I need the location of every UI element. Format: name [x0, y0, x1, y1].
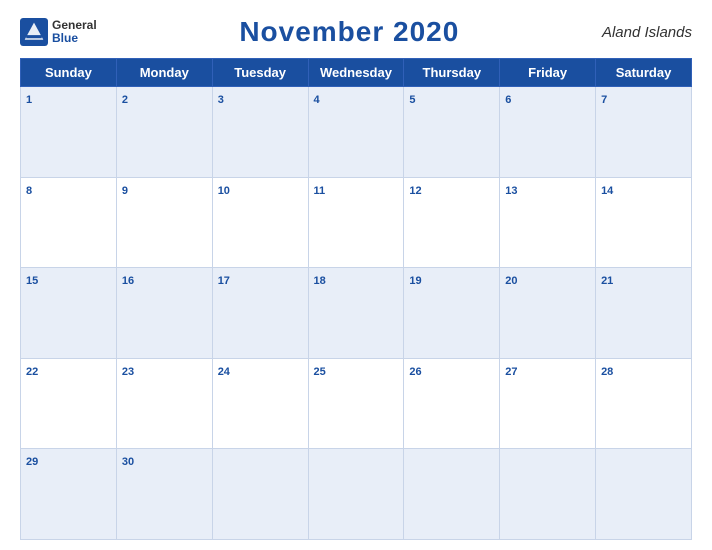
weekday-header-row: SundayMondayTuesdayWednesdayThursdayFrid… — [21, 59, 692, 87]
day-number: 29 — [26, 456, 38, 468]
weekday-saturday: Saturday — [596, 59, 692, 87]
calendar-cell: 15 — [21, 268, 117, 359]
logo-text: General Blue — [52, 19, 97, 45]
calendar-cell: 29 — [21, 449, 117, 540]
day-number: 28 — [601, 366, 613, 378]
day-number: 26 — [409, 366, 421, 378]
calendar-cell: 12 — [404, 177, 500, 268]
calendar-cell — [212, 449, 308, 540]
day-number: 18 — [314, 275, 326, 287]
calendar-cell: 22 — [21, 358, 117, 449]
week-row-4: 22 23 24 25 26 27 28 — [21, 358, 692, 449]
calendar-cell: 20 — [500, 268, 596, 359]
day-number: 3 — [218, 94, 224, 106]
day-number: 16 — [122, 275, 134, 287]
day-number: 11 — [314, 185, 326, 197]
day-number: 15 — [26, 275, 38, 287]
calendar-cell — [500, 449, 596, 540]
calendar-cell: 8 — [21, 177, 117, 268]
day-number: 20 — [505, 275, 517, 287]
day-number: 21 — [601, 275, 613, 287]
calendar-cell: 25 — [308, 358, 404, 449]
day-number: 24 — [218, 366, 230, 378]
day-number: 4 — [314, 94, 320, 106]
calendar-cell: 3 — [212, 87, 308, 178]
week-row-1: 1 2 3 4 5 6 7 — [21, 87, 692, 178]
day-number: 14 — [601, 185, 613, 197]
logo: General Blue — [20, 18, 97, 46]
calendar-cell: 9 — [116, 177, 212, 268]
logo-blue-label: Blue — [52, 32, 97, 45]
day-number: 7 — [601, 94, 607, 106]
calendar-body: 1234567891011121314151617181920212223242… — [21, 87, 692, 540]
calendar-cell: 28 — [596, 358, 692, 449]
calendar-cell: 16 — [116, 268, 212, 359]
day-number: 25 — [314, 366, 326, 378]
calendar-cell: 19 — [404, 268, 500, 359]
calendar-cell — [404, 449, 500, 540]
day-number: 30 — [122, 456, 134, 468]
calendar-header: General Blue November 2020 Aland Islands — [20, 10, 692, 52]
day-number: 22 — [26, 366, 38, 378]
calendar-cell: 6 — [500, 87, 596, 178]
day-number: 23 — [122, 366, 134, 378]
day-number: 19 — [409, 275, 421, 287]
calendar-cell: 30 — [116, 449, 212, 540]
calendar-cell: 21 — [596, 268, 692, 359]
day-number: 10 — [218, 185, 230, 197]
weekday-friday: Friday — [500, 59, 596, 87]
calendar-cell: 13 — [500, 177, 596, 268]
calendar-cell: 7 — [596, 87, 692, 178]
calendar-cell — [596, 449, 692, 540]
calendar-cell: 11 — [308, 177, 404, 268]
day-number: 5 — [409, 94, 415, 106]
day-number: 27 — [505, 366, 517, 378]
month-title: November 2020 — [239, 16, 459, 48]
general-blue-logo-icon — [20, 18, 48, 46]
week-row-5: 29 30 — [21, 449, 692, 540]
calendar-cell: 18 — [308, 268, 404, 359]
weekday-thursday: Thursday — [404, 59, 500, 87]
calendar-cell: 24 — [212, 358, 308, 449]
day-number: 17 — [218, 275, 230, 287]
calendar-cell: 26 — [404, 358, 500, 449]
calendar-cell: 1 — [21, 87, 117, 178]
weekday-wednesday: Wednesday — [308, 59, 404, 87]
calendar-cell: 23 — [116, 358, 212, 449]
week-row-3: 15 16 17 18 19 20 21 — [21, 268, 692, 359]
calendar-cell: 27 — [500, 358, 596, 449]
region-label: Aland Islands — [602, 24, 692, 41]
day-number: 8 — [26, 185, 32, 197]
day-number: 9 — [122, 185, 128, 197]
day-number: 6 — [505, 94, 511, 106]
calendar-cell: 2 — [116, 87, 212, 178]
weekday-monday: Monday — [116, 59, 212, 87]
day-number: 1 — [26, 94, 32, 106]
day-number: 12 — [409, 185, 421, 197]
week-row-2: 8 9 10 11 12 13 14 — [21, 177, 692, 268]
calendar-cell: 17 — [212, 268, 308, 359]
calendar-cell: 10 — [212, 177, 308, 268]
calendar-table: SundayMondayTuesdayWednesdayThursdayFrid… — [20, 58, 692, 540]
day-number: 2 — [122, 94, 128, 106]
calendar-cell: 5 — [404, 87, 500, 178]
calendar-cell: 14 — [596, 177, 692, 268]
calendar-cell: 4 — [308, 87, 404, 178]
calendar-cell — [308, 449, 404, 540]
weekday-tuesday: Tuesday — [212, 59, 308, 87]
weekday-sunday: Sunday — [21, 59, 117, 87]
day-number: 13 — [505, 185, 517, 197]
